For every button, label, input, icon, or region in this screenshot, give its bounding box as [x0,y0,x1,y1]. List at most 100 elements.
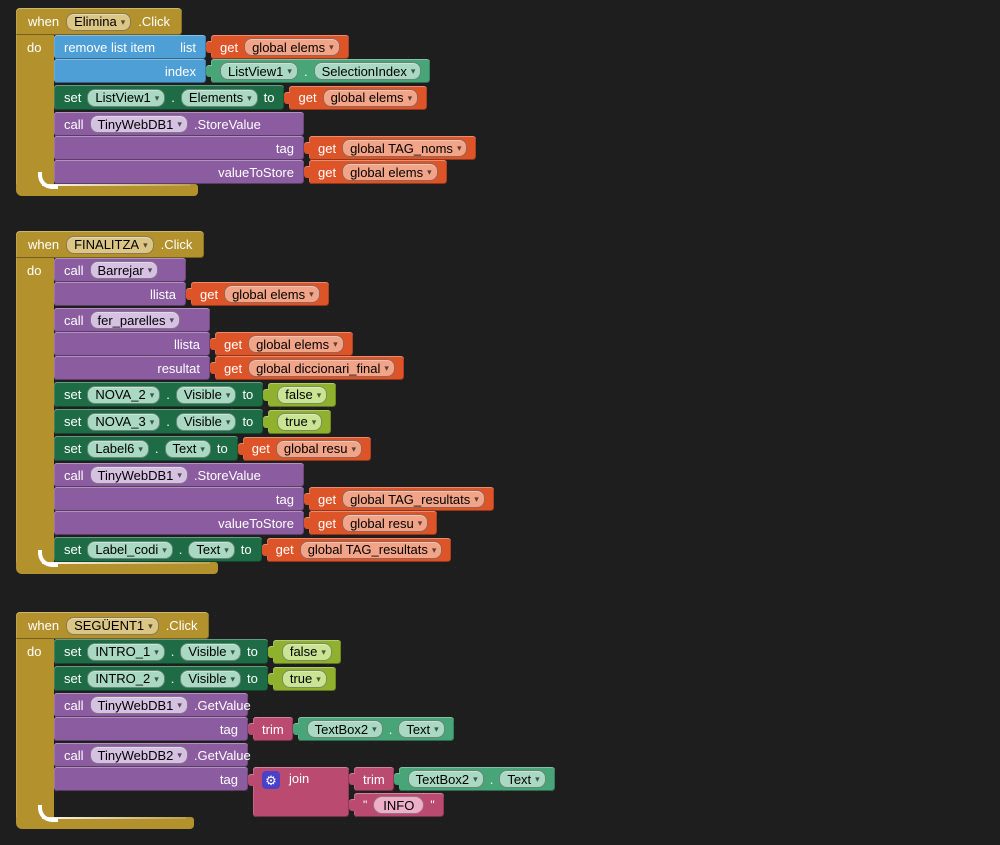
string-value-field[interactable]: INFO [373,796,424,814]
call-procedure-header[interactable]: call Barrejar▾ [54,258,186,282]
property-dropdown[interactable]: Visible▾ [180,670,241,688]
logic-value-block[interactable]: true▾ [268,410,331,434]
blocks-workspace[interactable]: { "colors": { "bg": "#1e1e1e", "event": … [0,0,1000,845]
call-procedure-header[interactable]: call fer_parelles▾ [54,308,210,332]
variable-dropdown[interactable]: global TAG_resultats▾ [342,490,485,508]
component-dropdown[interactable]: TinyWebDB1▾ [90,696,188,714]
arg-row-llista[interactable]: llista [54,332,210,356]
logic-dropdown[interactable]: false▾ [277,386,327,404]
property-dropdown[interactable]: Elements▾ [181,89,258,107]
property-dropdown[interactable]: Text▾ [398,720,444,738]
event-block-finalitza-click[interactable]: when FINALITZA▾ .Click do call Barrejar▾… [16,231,494,574]
call-procedure-barrejar-block[interactable]: call Barrejar▾ llista get global elems▾ [54,258,329,306]
arg-row-tag[interactable]: tag [54,136,304,160]
event-header[interactable]: when FINALITZA▾ .Click [16,231,204,258]
event-component-dropdown[interactable]: SEGÜENT1▾ [66,617,159,635]
call-procedure-fer-parelles-block[interactable]: call fer_parelles▾ llista get global ele… [54,308,404,380]
variable-dropdown[interactable]: global elems▾ [224,285,320,303]
trim-block[interactable]: trim [253,717,293,741]
call-method-header[interactable]: call TinyWebDB1▾ .StoreValue [54,112,304,136]
variable-dropdown[interactable]: global elems▾ [342,163,438,181]
logic-dropdown[interactable]: true▾ [277,413,322,431]
variable-dropdown[interactable]: global diccionari_final▾ [248,359,395,377]
set-property-block[interactable]: set INTRO_2▾ . Visible▾ to [54,666,268,691]
property-dropdown[interactable]: Text▾ [499,770,545,788]
set-property-block[interactable]: set ListView1▾ . Elements▾ to [54,85,284,110]
get-variable-block[interactable]: get global TAG_resultats▾ [309,487,494,511]
variable-dropdown[interactable]: global elems▾ [244,38,340,56]
component-property-getter-block[interactable]: ListView1▾ . SelectionIndex▾ [211,59,430,83]
get-variable-block[interactable]: get global elems▾ [289,86,427,110]
arg-row-tag[interactable]: tag [54,717,248,741]
set-property-block[interactable]: set NOVA_2▾ . Visible▾ to [54,382,263,407]
get-variable-block[interactable]: get global resu▾ [309,511,437,535]
arg-row-valuetostore[interactable]: valueToStore [54,511,304,535]
logic-value-block[interactable]: false▾ [273,640,341,664]
component-dropdown[interactable]: TextBox2▾ [408,770,484,788]
get-variable-block[interactable]: get global elems▾ [309,160,447,184]
variable-dropdown[interactable]: global elems▾ [323,89,419,107]
logic-dropdown[interactable]: true▾ [282,670,327,688]
component-dropdown[interactable]: Label6▾ [87,440,149,458]
property-dropdown[interactable]: Text▾ [165,440,211,458]
text-string-block[interactable]: " INFO " [354,793,444,817]
join-text-block[interactable]: ⚙ join [253,767,349,817]
logic-value-block[interactable]: true▾ [273,667,336,691]
event-component-dropdown[interactable]: FINALITZA▾ [66,236,154,254]
variable-dropdown[interactable]: global resu▾ [342,514,428,532]
component-dropdown[interactable]: TinyWebDB1▾ [90,115,188,133]
call-storevalue-block[interactable]: call TinyWebDB1▾ .StoreValue tag get glo… [54,463,494,535]
component-dropdown[interactable]: NOVA_2▾ [87,386,160,404]
set-property-block[interactable]: set NOVA_3▾ . Visible▾ to [54,409,263,434]
variable-dropdown[interactable]: global TAG_noms▾ [342,139,467,157]
event-component-dropdown[interactable]: Elimina▾ [66,13,131,31]
get-variable-block[interactable]: get global resu▾ [243,437,371,461]
component-dropdown[interactable]: NOVA_3▾ [87,413,160,431]
event-block-elimina-click[interactable]: when Elimina▾ .Click do remove list item… [16,8,476,196]
component-dropdown[interactable]: INTRO_2▾ [87,670,164,688]
call-method-header[interactable]: call TinyWebDB1▾ .GetValue [54,693,248,717]
component-dropdown[interactable]: Label_codi▾ [87,541,172,559]
get-variable-block[interactable]: get global elems▾ [211,35,349,59]
get-variable-block[interactable]: get global elems▾ [215,332,353,356]
call-getvalue-block[interactable]: call TinyWebDB2▾ .GetValue tag ⚙ join [54,743,555,817]
remove-list-item-block[interactable]: remove list item list get global elems▾ … [54,35,430,83]
component-property-getter-block[interactable]: TextBox2▾ . Text▾ [399,767,555,791]
set-property-block[interactable]: set Label6▾ . Text▾ to [54,436,238,461]
call-method-header[interactable]: call TinyWebDB2▾ .GetValue [54,743,248,767]
arg-row-valuetostore[interactable]: valueToStore [54,160,304,184]
event-block-seguent1-click[interactable]: when SEGÜENT1▾ .Click do set INTRO_1▾ . … [16,612,555,829]
get-variable-block[interactable]: get global elems▾ [191,282,329,306]
component-dropdown[interactable]: ListView1▾ [87,89,165,107]
mutator-gear-icon[interactable]: ⚙ [262,771,280,789]
call-storevalue-block[interactable]: call TinyWebDB1▾ .StoreValue tag get glo… [54,112,476,184]
remove-list-item-row-list[interactable]: remove list item list [54,35,206,59]
logic-dropdown[interactable]: false▾ [282,643,332,661]
get-variable-block[interactable]: get global TAG_resultats▾ [267,538,452,562]
variable-dropdown[interactable]: global TAG_resultats▾ [300,541,443,559]
trim-block[interactable]: trim [354,767,394,791]
arg-row-tag[interactable]: tag [54,487,304,511]
arg-row-tag[interactable]: tag [54,767,248,791]
get-variable-block[interactable]: get global diccionari_final▾ [215,356,404,380]
component-dropdown[interactable]: ListView1▾ [220,62,298,80]
component-property-getter-block[interactable]: TextBox2▾ . Text▾ [298,717,454,741]
variable-dropdown[interactable]: global resu▾ [276,440,362,458]
arg-row-resultat[interactable]: resultat [54,356,210,380]
set-property-block[interactable]: set Label_codi▾ . Text▾ to [54,537,262,562]
component-dropdown[interactable]: TextBox2▾ [307,720,383,738]
property-dropdown[interactable]: Visible▾ [176,413,237,431]
procedure-dropdown[interactable]: fer_parelles▾ [90,311,180,329]
procedure-dropdown[interactable]: Barrejar▾ [90,261,159,279]
variable-dropdown[interactable]: global elems▾ [248,335,344,353]
property-dropdown[interactable]: Visible▾ [176,386,237,404]
remove-list-item-row-index[interactable]: index [54,59,206,83]
property-dropdown[interactable]: Text▾ [188,541,234,559]
get-variable-block[interactable]: get global TAG_noms▾ [309,136,476,160]
component-dropdown[interactable]: TinyWebDB1▾ [90,466,188,484]
call-method-header[interactable]: call TinyWebDB1▾ .StoreValue [54,463,304,487]
component-dropdown[interactable]: TinyWebDB2▾ [90,746,188,764]
property-dropdown[interactable]: Visible▾ [180,643,241,661]
event-header[interactable]: when SEGÜENT1▾ .Click [16,612,209,639]
component-dropdown[interactable]: INTRO_1▾ [87,643,164,661]
